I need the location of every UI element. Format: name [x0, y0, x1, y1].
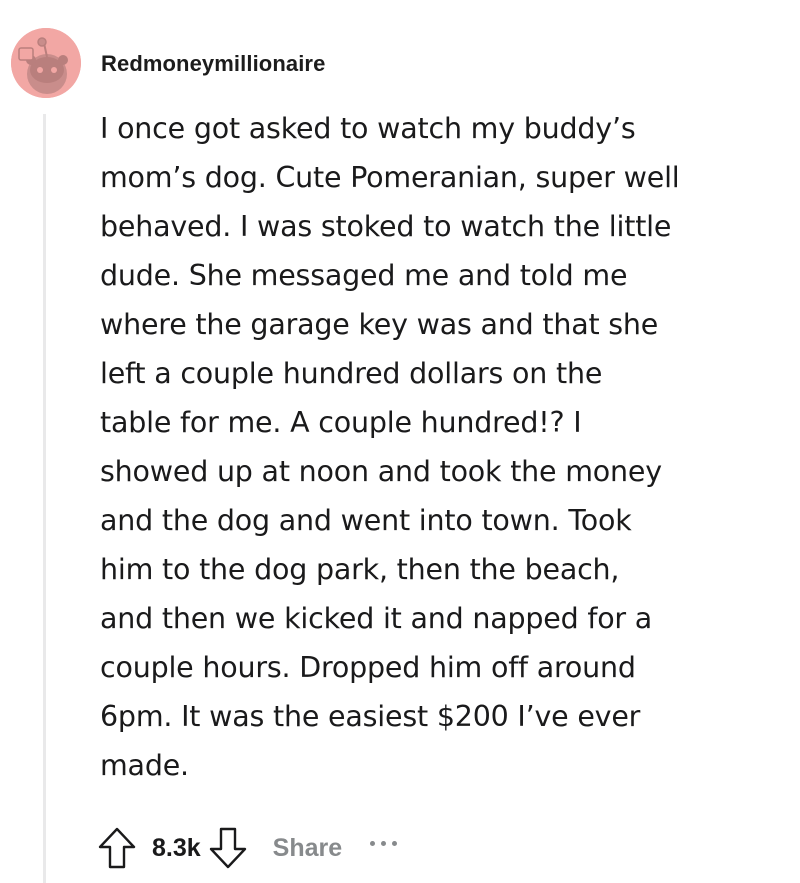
- comment-line: mom’s dog. Cute Pomeranian, super well: [100, 161, 680, 194]
- comment-author[interactable]: Redmoneymillionaire: [101, 50, 325, 78]
- comment-actions-bar: 8.3k Share: [96, 822, 398, 874]
- comment-line: showed up at noon and took the money: [100, 455, 662, 488]
- more-dot: [381, 840, 387, 846]
- comment-line: him to the dog park, then the beach,: [100, 553, 620, 586]
- comment-line: table for me. A couple hundred!? I: [100, 406, 582, 439]
- comment-line: and the dog and went into town. Took: [100, 504, 632, 537]
- comment-line: behaved. I was stoked to watch the littl…: [100, 210, 672, 243]
- more-options-icon[interactable]: [370, 833, 398, 853]
- comment-line: couple hours. Dropped him off around: [100, 651, 636, 684]
- comment-line: made.: [100, 749, 189, 782]
- more-dot: [370, 840, 376, 846]
- vote-score: 8.3k: [152, 833, 201, 862]
- comment-line: dude. She messaged me and told me: [100, 259, 628, 292]
- downvote-arrow-icon[interactable]: [207, 825, 249, 871]
- comment-line: and then we kicked it and napped for a: [100, 602, 653, 635]
- user-avatar[interactable]: [11, 28, 81, 98]
- upvote-arrow-icon[interactable]: [96, 825, 138, 871]
- more-dot: [392, 840, 398, 846]
- comment-body: I once got asked to watch my buddy’s mom…: [100, 104, 790, 790]
- comment-line: left a couple hundred dollars on the: [100, 357, 603, 390]
- comment-line: 6pm. It was the easiest $200 I’ve ever: [100, 700, 641, 733]
- comment-line: I once got asked to watch my buddy’s: [100, 112, 636, 145]
- share-button[interactable]: Share: [273, 834, 342, 863]
- reddit-snoo-avatar-icon: [11, 28, 81, 98]
- comment-line: where the garage key was and that she: [100, 308, 659, 341]
- thread-collapse-line[interactable]: [43, 114, 46, 883]
